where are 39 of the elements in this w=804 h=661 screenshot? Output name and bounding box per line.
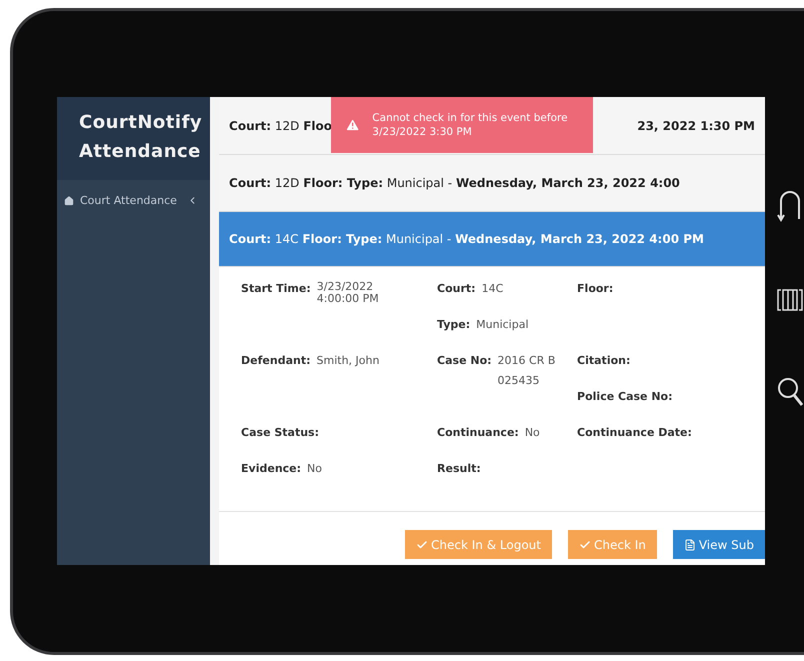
menu-icon[interactable] bbox=[777, 287, 803, 313]
field-label: Evidence: bbox=[241, 461, 302, 477]
event-row[interactable]: Court: 12D Floor: Type: Municipal - Wednesday, March 23, 2022 4:00 bbox=[219, 155, 765, 212]
field-label: Citation: bbox=[577, 353, 630, 369]
field-value: Smith, John bbox=[316, 353, 380, 369]
check-icon bbox=[416, 538, 428, 550]
field-label: Defendant: bbox=[241, 353, 310, 369]
field-value: No bbox=[524, 425, 540, 441]
app-title: CourtNotify Attendance bbox=[57, 97, 210, 180]
sidebar-item[interactable]: Court Attendance bbox=[57, 180, 210, 207]
field-value: 2016 CR B 025435 bbox=[498, 353, 556, 389]
event-row[interactable]: Court: 14C Floor: Type: Municipal - Wednesday, March 23, 2022 4:00 PM bbox=[219, 212, 765, 267]
event-heading: Court: 14C Floor: Type: Municipal - Wednesday, March 23, 2022 4:00 PM bbox=[229, 232, 704, 246]
field-label: Police Case No: bbox=[577, 389, 672, 405]
back-icon[interactable] bbox=[777, 189, 803, 223]
event-heading: 23, 2022 1:30 PM bbox=[637, 118, 756, 132]
field-value: 3/23/2022 4:00:00 PM bbox=[316, 279, 380, 305]
field-label: Floor: bbox=[577, 281, 614, 297]
search-icon[interactable] bbox=[777, 377, 803, 407]
event-heading: Court: 12D Floo bbox=[229, 118, 332, 132]
field-label: Start Time: bbox=[241, 281, 311, 297]
toast-message: Cannot check in for this event before 3/23/2022 3:30 PM bbox=[372, 111, 569, 139]
field-value: No bbox=[307, 461, 322, 477]
field-value: 14C bbox=[482, 281, 504, 297]
field-label: Case Status: bbox=[241, 425, 320, 441]
field-label: Continuance Date: bbox=[577, 425, 692, 441]
home-icon bbox=[64, 196, 74, 206]
field-label: Type: bbox=[437, 317, 470, 333]
check-icon bbox=[578, 538, 591, 550]
document-icon bbox=[684, 538, 696, 550]
field-label: Case No: bbox=[437, 353, 492, 369]
check-in-button[interactable]: Check In & Logout bbox=[405, 530, 552, 559]
field-value: Municipal bbox=[476, 317, 529, 333]
check-in-button[interactable]: Check In bbox=[568, 530, 657, 559]
field-label: Court: bbox=[437, 281, 476, 297]
event-heading: Court: 12D Floor: Type: Municipal - Wednesday, March 23, 2022 4:00 bbox=[229, 176, 680, 190]
field-label: Continuance: bbox=[437, 425, 519, 441]
field-label: Result: bbox=[437, 461, 481, 477]
view-button[interactable]: View Sub bbox=[672, 530, 765, 559]
